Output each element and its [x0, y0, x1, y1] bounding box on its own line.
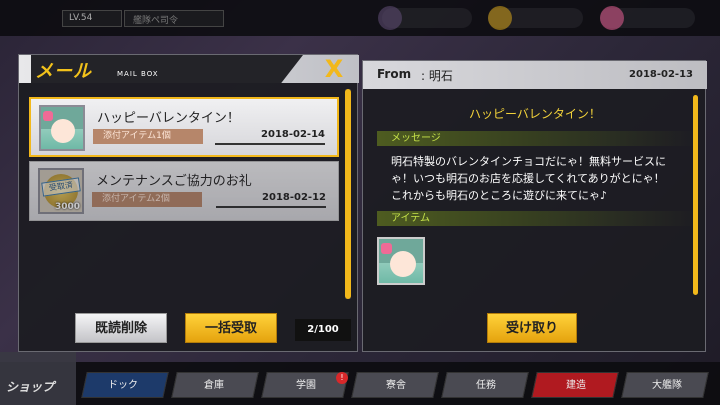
item-label: アイテム [391, 213, 430, 224]
message-line: ゃ！いつも明石のお店を応援してくれてありがとにゃ！ [391, 172, 665, 185]
player-level: LV.54 [62, 10, 122, 27]
nav-missions-label: 任務 [476, 380, 496, 391]
detail-scrollbar[interactable] [693, 95, 698, 295]
coin-icon: 受取済 3000 [38, 168, 84, 214]
attached-item-icon[interactable] [377, 237, 425, 285]
message-line: 明石特製のバレンタインチョコだにゃ！無料サービスに [391, 155, 666, 168]
detail-date: 2018-02-13 [629, 69, 693, 80]
mail-item-valentine[interactable]: ハッピーバレンタイン！ 添付アイテム1個 2018-02-14 [29, 97, 339, 157]
nav-academy-label: 学園 [296, 380, 316, 391]
message-section-header: メッセージ [377, 131, 697, 146]
gold-coin-icon [488, 6, 512, 30]
player-name: 艦隊ペ司令 [124, 10, 224, 27]
mail-box-title: メール [35, 61, 92, 82]
mail-item-maintenance[interactable]: 受取済 3000 メンテナンスご協力のお礼 添付アイテム2個 2018-02-1… [29, 161, 339, 221]
nav-dock-label: ドック [108, 380, 138, 391]
mail-detail-panel: From : 明石 2018-02-13 ハッピーバレンタイン！ メッセージ 明… [362, 60, 707, 352]
mail-date: 2018-02-12 [262, 192, 326, 203]
mail-box-subtitle: MAIL BOX [117, 70, 159, 78]
message-line: これからも明石のところに遊びに来てにゃ♪ [391, 189, 608, 202]
message-label: メッセージ [391, 133, 441, 144]
mail-box-panel: メール MAIL BOX X ハッピーバレンタイン！ 添付アイテム1個 2018… [18, 54, 359, 352]
attachment-badge: 添付アイテム1個 [93, 129, 203, 144]
nav-dorm-label: 寮舎 [386, 380, 406, 391]
divider [215, 143, 325, 145]
mail-box-header: メール MAIL BOX X [19, 55, 359, 83]
attachment-badge: 添付アイテム2個 [92, 192, 202, 207]
sender-name: : 明石 [421, 69, 453, 83]
coin-quantity: 3000 [54, 202, 80, 212]
detail-subject: ハッピーバレンタイン！ [469, 107, 601, 121]
from-label: From [377, 67, 412, 81]
nav-build-label: 建造 [566, 380, 586, 391]
nav-depot-label: 倉庫 [204, 380, 224, 391]
shop-label: ショップ [6, 380, 55, 394]
notification-badge: ! [336, 372, 348, 384]
receive-button[interactable]: 受け取り [487, 313, 577, 343]
nav-guild-label: 大艦隊 [652, 380, 682, 391]
message-body: 明石特製のバレンタインチョコだにゃ！無料サービスに ゃ！いつも明石のお店を応援し… [391, 153, 697, 204]
character-portrait-icon [39, 105, 85, 151]
oil-icon [378, 6, 402, 30]
mail-subject: ハッピーバレンタイン！ [97, 111, 240, 126]
scroll-thumb[interactable] [345, 89, 351, 299]
mail-list-scrollbar[interactable] [345, 89, 351, 299]
close-button[interactable]: X [315, 57, 353, 81]
divider [216, 206, 326, 208]
receive-all-button[interactable]: 一括受取 [185, 313, 277, 343]
item-section-header: アイテム [377, 211, 697, 226]
mail-count: 2/100 [295, 319, 351, 341]
gem-icon [600, 6, 624, 30]
delete-read-button[interactable]: 既読削除 [75, 313, 167, 343]
mail-list: ハッピーバレンタイン！ 添付アイテム1個 2018-02-14 受取済 3000… [29, 91, 349, 301]
mail-subject: メンテナンスご協力のお礼 [96, 174, 252, 189]
mail-date: 2018-02-14 [261, 129, 325, 140]
detail-header: From : 明石 2018-02-13 [363, 61, 707, 89]
